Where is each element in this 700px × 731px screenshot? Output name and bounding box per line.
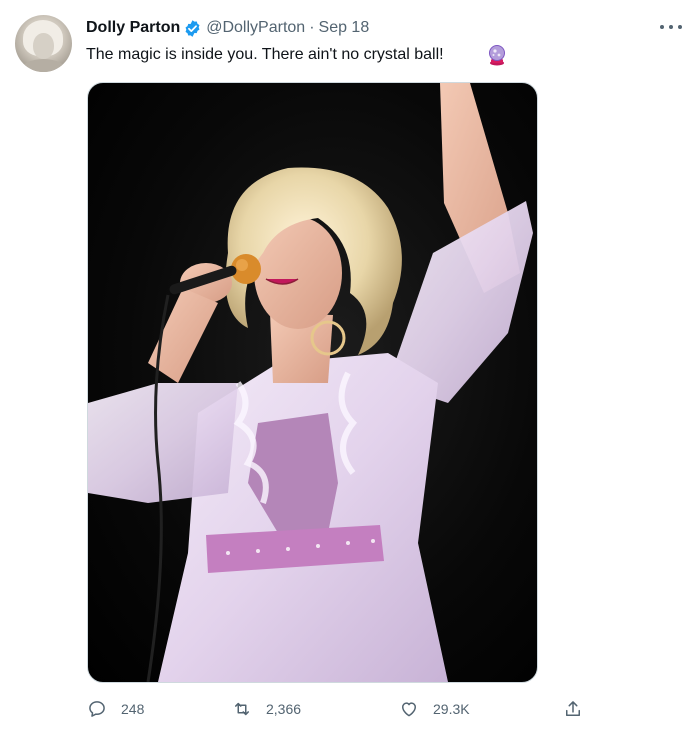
retweet-count: 2,366 <box>266 701 302 717</box>
tweet-actions: 248 2,366 29.3K <box>86 697 586 721</box>
author-name[interactable]: Dolly Parton <box>86 19 180 37</box>
reply-count: 248 <box>121 701 145 717</box>
reply-icon <box>89 701 105 717</box>
retweet-button[interactable]: 2,366 <box>232 697 301 721</box>
verified-badge-icon <box>183 19 202 38</box>
performer-photo-illustration <box>88 83 533 682</box>
share-icon <box>566 701 580 716</box>
tweet-text: The magic is inside you. There ain't no … <box>86 46 444 63</box>
tweet-header: Dolly Parton @DollyParton · Sep 18 <box>86 17 369 39</box>
tweet-timestamp[interactable]: Sep 18 <box>319 19 370 37</box>
heart-icon <box>402 702 416 717</box>
tweet-photo[interactable] <box>87 82 538 683</box>
avatar[interactable] <box>15 15 72 72</box>
author-handle[interactable]: @DollyParton <box>206 19 305 37</box>
more-options-icon[interactable] <box>660 20 682 34</box>
avatar-face <box>33 33 54 59</box>
tweet[interactable]: Dolly Parton @DollyParton · Sep 18 The m… <box>0 0 700 731</box>
reply-button[interactable]: 248 <box>87 697 144 721</box>
share-button[interactable] <box>563 697 583 721</box>
retweet-icon <box>235 702 249 716</box>
separator-dot: · <box>309 19 315 36</box>
avatar-shoulder <box>21 59 66 72</box>
like-button[interactable]: 29.3K <box>399 697 470 721</box>
like-count: 29.3K <box>433 701 470 717</box>
crystal-ball-icon <box>487 44 507 66</box>
